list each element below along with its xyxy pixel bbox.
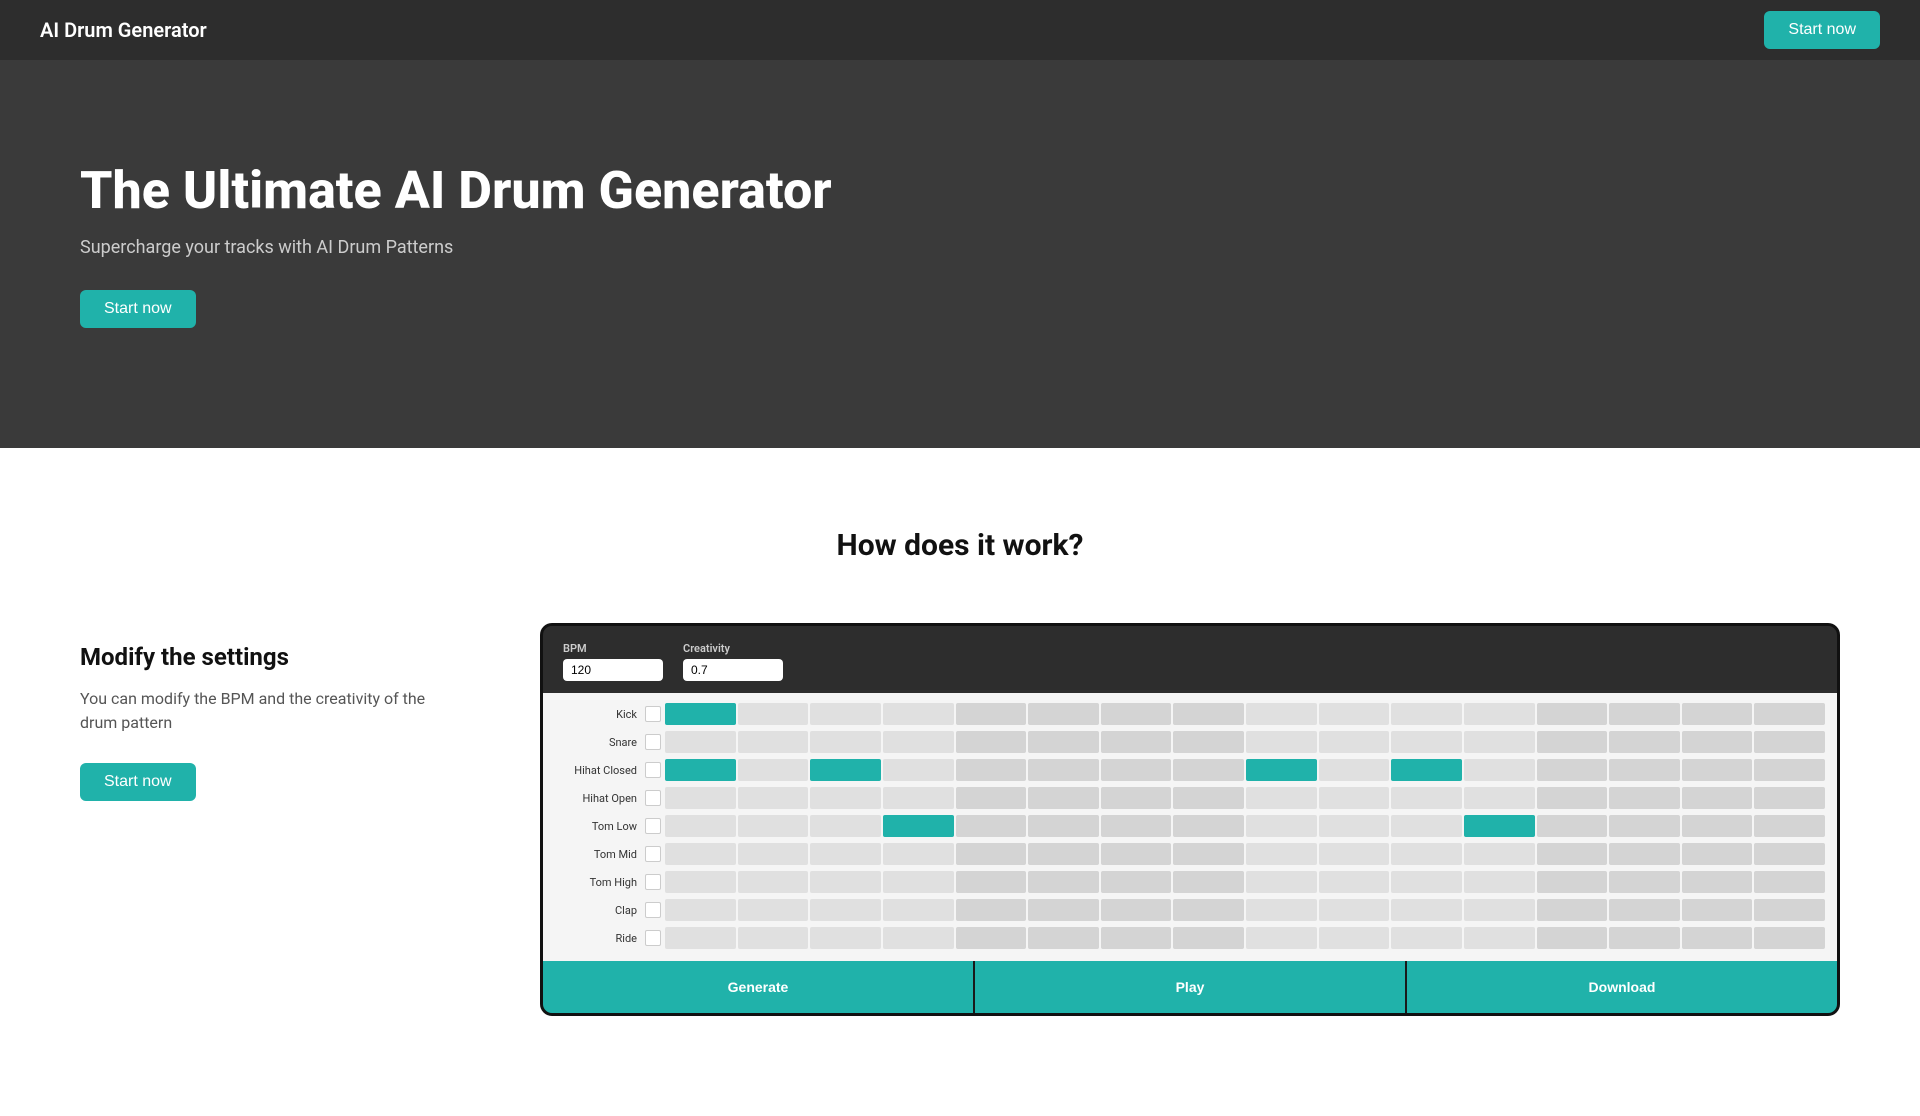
how-text-block: Modify the settings You can modify the B… [80, 623, 460, 801]
how-section: How does it work? Modify the settings Yo… [0, 448, 1920, 1116]
clap-label: Clap [555, 904, 645, 917]
hihat-open-cells [665, 787, 1825, 809]
ride-label: Ride [555, 932, 645, 945]
tom-low-label: Tom Low [555, 820, 645, 833]
tom-mid-label: Tom Mid [555, 848, 645, 861]
clap-cells [665, 899, 1825, 921]
tom-high-label: Tom High [555, 876, 645, 889]
tom-mid-checkbox[interactable] [645, 846, 661, 862]
drum-header: BPM Creativity [543, 626, 1837, 693]
creativity-input[interactable] [683, 659, 783, 681]
hero-title: The Ultimate AI Drum Generator [80, 160, 1840, 221]
drum-row-snare: Snare [555, 729, 1825, 755]
bpm-group: BPM [563, 642, 663, 681]
hihat-closed-checkbox[interactable] [645, 762, 661, 778]
tom-low-checkbox[interactable] [645, 818, 661, 834]
play-button[interactable]: Play [973, 961, 1405, 1013]
snare-label: Snare [555, 736, 645, 749]
drum-row-kick: Kick [555, 701, 1825, 727]
nav-logo: AI Drum Generator [40, 18, 207, 42]
drum-row-hihat-open: Hihat Open [555, 785, 1825, 811]
hihat-open-label: Hihat Open [555, 792, 645, 805]
ride-checkbox[interactable] [645, 930, 661, 946]
snare-checkbox[interactable] [645, 734, 661, 750]
tom-high-cells [665, 871, 1825, 893]
bpm-input[interactable] [563, 659, 663, 681]
tom-high-checkbox[interactable] [645, 874, 661, 890]
drum-row-tom-mid: Tom Mid [555, 841, 1825, 867]
kick-cells [665, 703, 1825, 725]
step1-description: You can modify the BPM and the creativit… [80, 687, 460, 735]
ride-cells [665, 927, 1825, 949]
drum-row-clap: Clap [555, 897, 1825, 923]
hihat-closed-label: Hihat Closed [555, 764, 645, 777]
drum-row-tom-low: Tom Low [555, 813, 1825, 839]
creativity-group: Creativity [683, 642, 783, 681]
download-button[interactable]: Download [1405, 961, 1837, 1013]
drum-row-tom-high: Tom High [555, 869, 1825, 895]
tom-low-cells [665, 815, 1825, 837]
drum-grid: Kick [543, 693, 1837, 961]
bpm-label: BPM [563, 642, 663, 655]
hero-subtitle: Supercharge your tracks with AI Drum Pat… [80, 237, 1840, 258]
kick-label: Kick [555, 708, 645, 721]
navbar: AI Drum Generator Start now [0, 0, 1920, 60]
nav-start-now-button[interactable]: Start now [1764, 11, 1880, 49]
drum-row-hihat-closed: Hihat Closed [555, 757, 1825, 783]
clap-checkbox[interactable] [645, 902, 661, 918]
how-content: Modify the settings You can modify the B… [80, 623, 1840, 1016]
hero-start-now-button[interactable]: Start now [80, 290, 196, 328]
step1-start-now-button[interactable]: Start now [80, 763, 196, 801]
drum-machine-mockup: BPM Creativity Kick [540, 623, 1840, 1016]
creativity-label: Creativity [683, 642, 783, 655]
drum-footer: Generate Play Download [543, 961, 1837, 1013]
kick-checkbox[interactable] [645, 706, 661, 722]
hihat-open-checkbox[interactable] [645, 790, 661, 806]
section-title: How does it work? [80, 528, 1840, 563]
step1-title: Modify the settings [80, 643, 460, 671]
generate-button[interactable]: Generate [543, 961, 973, 1013]
drum-row-ride: Ride [555, 925, 1825, 951]
tom-mid-cells [665, 843, 1825, 865]
snare-cells [665, 731, 1825, 753]
hero-section: The Ultimate AI Drum Generator Superchar… [0, 60, 1920, 448]
hihat-closed-cells [665, 759, 1825, 781]
